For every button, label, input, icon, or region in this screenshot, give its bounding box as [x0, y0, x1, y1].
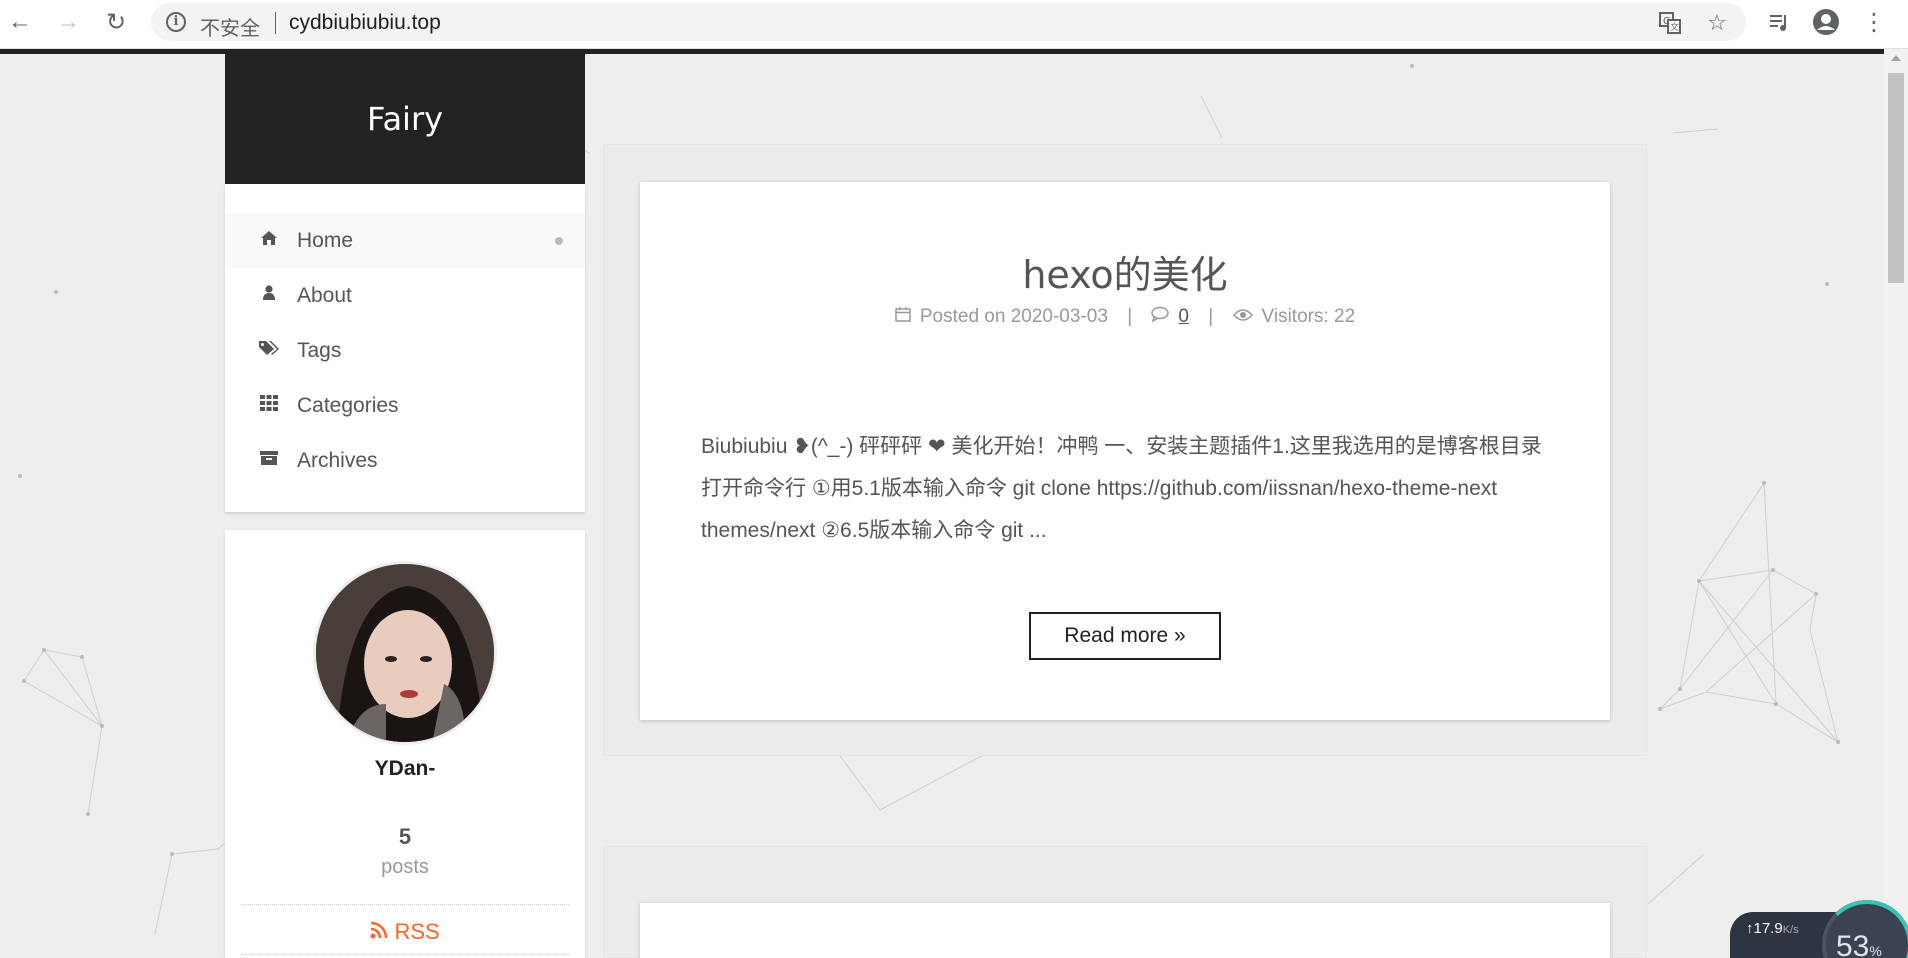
posts-label[interactable]: posts — [225, 856, 585, 879]
avatar — [313, 561, 497, 745]
user-icon — [257, 285, 281, 306]
info-icon[interactable]: i — [166, 12, 186, 32]
post-meta: Posted on 2020-03-03 | 0 | Visitors: 22 — [640, 306, 1610, 328]
posts-count[interactable]: 5 — [225, 824, 585, 850]
upload-speed-value: ↑17.9 — [1746, 920, 1783, 937]
menu-item-label: Archives — [297, 448, 378, 472]
cpu-value: 53 — [1836, 930, 1870, 958]
translate-icon[interactable]: G文 — [1656, 9, 1684, 37]
menu-item-archives[interactable]: Archives — [225, 433, 585, 488]
scroll-thumb[interactable] — [1888, 73, 1904, 283]
post-excerpt: Biubiubiu ❥(^_-) 砰砰砰 ❤ 美化开始！冲鸭 一、安装主题插件1… — [701, 435, 1542, 542]
security-label: 不安全 — [200, 18, 260, 40]
archive-icon — [257, 450, 281, 471]
divider — [275, 12, 276, 34]
browser-toolbar: ← → ↻ i 不安全 cydbiubiubiu.top G文 ☆ ⋮ — [0, 0, 1908, 49]
menu-item-about[interactable]: About — [225, 268, 585, 323]
menu-item-label: Tags — [297, 338, 342, 362]
post-card: hexo的美化 Posted on 2020-03-03 | 0 | Visit… — [640, 182, 1610, 720]
comments-count[interactable]: 0 — [1178, 306, 1189, 327]
visitors-count: Visitors: 22 — [1261, 306, 1356, 327]
scroll-up-arrow-icon[interactable] — [1891, 55, 1901, 61]
site-brand[interactable]: Fairy — [225, 54, 585, 184]
divider: | — [1127, 306, 1133, 327]
author-profile: YDan- 5 posts RSS — [225, 530, 585, 958]
cpu-usage-value: 53% — [1836, 930, 1882, 958]
back-arrow-icon[interactable]: ← — [4, 6, 36, 38]
menu-item-label: About — [297, 283, 352, 307]
reload-icon[interactable]: ↻ — [100, 6, 132, 38]
more-vert-icon[interactable]: ⋮ — [1858, 6, 1890, 38]
rss-label: RSS — [394, 919, 440, 944]
account-icon[interactable] — [1810, 6, 1842, 38]
sidebar-menu: Home About Tags Categories Archives — [225, 184, 585, 512]
active-indicator — [555, 237, 563, 245]
home-icon — [257, 230, 281, 251]
grid-icon — [257, 395, 281, 416]
comment-icon — [1151, 306, 1174, 326]
menu-item-categories[interactable]: Categories — [225, 378, 585, 433]
posted-date: Posted on 2020-03-03 — [919, 306, 1108, 327]
menu-item-home[interactable]: Home — [225, 213, 585, 268]
menu-item-label: Home — [297, 228, 354, 252]
upload-speed: ↑17.9K/s — [1746, 920, 1799, 937]
calendar-icon — [895, 306, 916, 326]
tags-icon — [257, 340, 281, 361]
read-more-button[interactable]: Read more » — [1029, 612, 1221, 660]
svg-text:文: 文 — [1670, 21, 1679, 33]
site-title[interactable]: Fairy — [367, 100, 443, 138]
eye-icon — [1232, 306, 1258, 326]
rss-icon — [370, 919, 394, 944]
forward-arrow-icon[interactable]: → — [52, 6, 84, 38]
divider — [241, 954, 569, 955]
speed-unit: K/s — [1782, 924, 1799, 936]
address-bar[interactable]: i 不安全 cydbiubiubiu.top G文 ☆ — [151, 3, 1746, 41]
post-title[interactable]: hexo的美化 — [640, 244, 1610, 299]
page-scrollbar[interactable] — [1884, 49, 1908, 958]
cpu-unit: % — [1869, 943, 1882, 958]
media-queue-icon[interactable] — [1763, 6, 1795, 38]
url-text[interactable]: cydbiubiubiu.top — [289, 11, 441, 35]
rss-link[interactable]: RSS — [225, 919, 585, 945]
divider — [241, 904, 569, 905]
divider: | — [1208, 306, 1214, 327]
star-icon[interactable]: ☆ — [1703, 9, 1731, 37]
author-name: YDan- — [374, 757, 436, 780]
post-card-next — [640, 903, 1610, 958]
menu-item-label: Categories — [297, 393, 399, 417]
menu-item-tags[interactable]: Tags — [225, 323, 585, 378]
